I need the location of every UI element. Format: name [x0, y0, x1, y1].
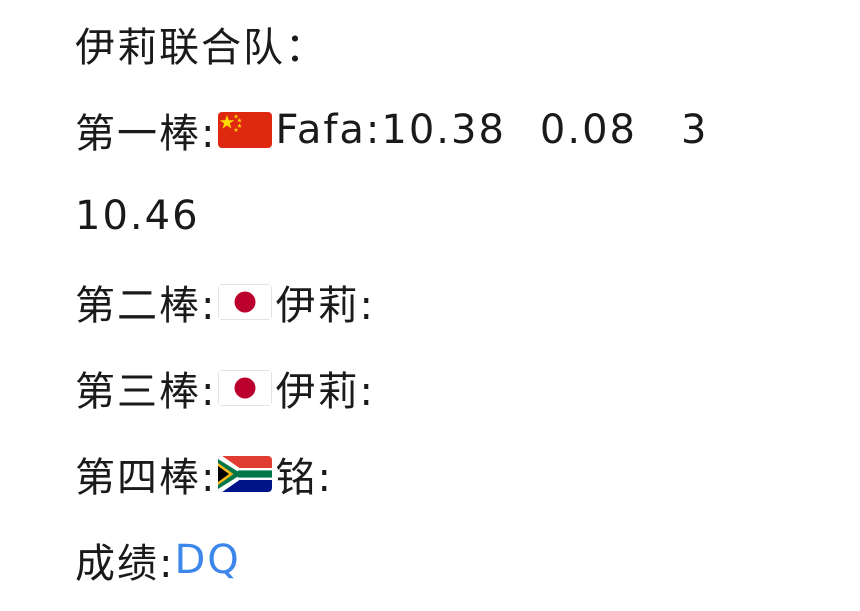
leg-4-row: 第四棒: 铭: [75, 444, 333, 504]
japan-flag-icon [218, 370, 273, 406]
leg-1-label: 第一棒: [75, 111, 217, 157]
leg-4-runner: 铭: [275, 455, 333, 501]
leg-1-reaction: 0.08 [539, 107, 637, 153]
team-title-text: 伊莉联合队： [75, 25, 327, 71]
leg-3-row: 第三棒: 伊莉: [75, 358, 375, 418]
leg-1-time: 10.38 [381, 107, 506, 153]
leg-2-runner: 伊莉: [275, 283, 375, 329]
leg-1-row: 第一棒: Fafa: 10.38 0.08 3 [75, 100, 708, 160]
team-title: 伊莉联合队： [75, 14, 327, 74]
leg-1-lane: 3 [680, 107, 709, 153]
result-link[interactable]: DQ [174, 537, 240, 583]
japan-flag-icon [218, 284, 273, 320]
result-label: 成绩: [75, 541, 175, 587]
leg-4-label: 第四棒: [75, 455, 217, 501]
leg-1-runner: Fafa: [275, 107, 382, 153]
leg-3-label: 第三棒: [75, 369, 217, 415]
leg-2-row: 第二棒: 伊莉: [75, 272, 375, 332]
china-flag-icon [218, 112, 273, 148]
leg-2-label: 第二棒: [75, 283, 217, 329]
leg-3-runner: 伊莉: [275, 369, 375, 415]
result-row: 成绩: DQ [75, 530, 241, 590]
leg-1-total-row: 10.46 [75, 186, 200, 246]
leg-1-total: 10.46 [75, 193, 200, 239]
south-africa-flag-icon [218, 456, 273, 492]
